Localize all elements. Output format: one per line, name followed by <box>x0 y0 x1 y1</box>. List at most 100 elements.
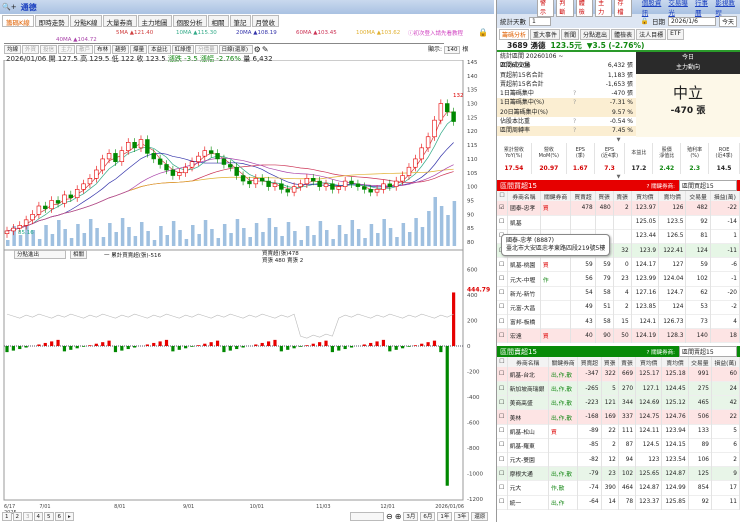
table-row[interactable]: ☐ 美林 出,作,散 -168 169 337 124.75 124.76 506 22 <box>497 409 740 425</box>
hint-link[interactable]: ⓘ初次登入請先看教程 <box>408 29 463 37</box>
date-range-input[interactable] <box>350 512 384 521</box>
pencil-icon[interactable]: ✎ <box>262 45 269 54</box>
range-button[interactable]: 還原 <box>471 512 489 521</box>
table-row[interactable]: ☐ 摩根大通 出,作,散 -79 23 102 125.65 124.87 125 9 <box>497 466 740 481</box>
row-checkbox[interactable]: ☐ <box>497 314 508 329</box>
toolbar-button[interactable]: 外資 <box>22 44 40 54</box>
zoom-in-icon[interactable]: ⊕ <box>395 512 402 521</box>
row-checkbox[interactable]: ☐ <box>497 300 508 315</box>
lock-icon[interactable]: 🔒 <box>478 28 488 37</box>
top-link[interactable]: 個股資訊 <box>642 0 667 17</box>
toolbar-button[interactable]: 投信 <box>40 44 58 54</box>
action-button[interactable]: 判斷 <box>556 0 574 17</box>
row-checkbox[interactable]: ☐ <box>497 215 508 230</box>
top-link[interactable]: 交易曝光 <box>668 0 693 17</box>
row-checkbox[interactable]: ☐ <box>497 480 508 496</box>
today-button[interactable]: 今天 <box>718 15 737 27</box>
row-checkbox[interactable]: ☐ <box>497 257 508 272</box>
toolbar-button[interactable]: 主力 <box>58 44 76 54</box>
table-row[interactable]: ☐ 美商高盛 出,作,散 -223 121 344 124.69 125.12 465 42 <box>497 395 740 410</box>
column-header[interactable]: 交易量 <box>688 357 712 368</box>
row-checkbox[interactable]: ☐ <box>497 367 508 382</box>
range-button[interactable]: 3月 <box>403 512 419 521</box>
page-button[interactable]: 3 <box>23 512 33 521</box>
row-checkbox[interactable]: ☐ <box>497 466 508 481</box>
right-tab[interactable]: 新聞 <box>561 29 580 40</box>
tab-5[interactable]: 個股分析 <box>172 15 207 27</box>
table-row[interactable]: ☐ 新光-新竹 54 58 4 127.16 124.7 62 -20 <box>497 286 740 301</box>
table-row[interactable]: ☐ 元大 作,散 -74 390 464 124.87 124.99 854 17 <box>497 480 740 496</box>
table-row[interactable]: ☐ 元富-大昌 49 51 2 123.85 124 53 -2 <box>497 300 740 315</box>
tab-7[interactable]: 筆記 <box>229 15 251 27</box>
toolbar-button[interactable]: 散戶 <box>76 44 94 54</box>
select-all-checkbox[interactable]: ☐ <box>497 191 508 201</box>
table-row[interactable]: ☐ 元大-中壢作 56 79 23 123.99 124.04 102 -1 <box>497 271 740 287</box>
toolbar-button[interactable]: 趨勢 <box>112 44 130 54</box>
key-select[interactable]: 區間買超15 <box>679 180 737 191</box>
action-button[interactable]: 警示 <box>537 0 555 17</box>
column-header[interactable]: 損益(萬) <box>711 357 740 368</box>
row-checkbox[interactable]: ☐ <box>497 452 508 467</box>
lower-select[interactable]: 分點進出 <box>14 250 66 259</box>
page-button[interactable]: 6 <box>54 512 64 521</box>
lower-button[interactable]: 相關 <box>70 250 88 259</box>
table-row[interactable]: ☐ 宏遠買 40 90 50 124.19 128.3 140 18 <box>497 328 740 343</box>
page-button[interactable]: 1 <box>2 512 12 521</box>
tab-2[interactable]: 分點K線 <box>69 15 102 27</box>
column-header[interactable]: 券商名稱 <box>507 357 549 368</box>
tab-4[interactable]: 主力地圖 <box>137 15 172 27</box>
table-row[interactable]: ☐ 凱基-桃園買 59 59 0 124.17 127 59 -6 <box>497 257 740 272</box>
column-header[interactable]: 買賣超 <box>577 357 602 368</box>
column-header[interactable]: 買張 <box>595 191 614 201</box>
right-tab[interactable]: 分點進出 <box>580 29 611 40</box>
top-link[interactable]: 行事曆 <box>695 0 713 17</box>
zoom-out-icon[interactable]: ⊖ <box>386 512 393 521</box>
page-button[interactable]: 5 <box>44 512 54 521</box>
show-count-input[interactable]: 140 <box>443 46 461 54</box>
table-row[interactable]: ☐ 凱基-羅東 -85 2 87 124.5 124.15 89 6 <box>497 438 740 453</box>
table-row[interactable]: ☐ 統一 出,作 -64 14 78 123.37 125.85 92 11 <box>497 495 740 510</box>
tab-0[interactable]: 籌碼K線 <box>2 15 34 27</box>
toolbar-button[interactable]: 分價量 <box>195 44 218 54</box>
row-checkbox[interactable]: ☐ <box>497 438 508 453</box>
column-header[interactable]: 賣均價 <box>661 357 689 368</box>
toolbar-button[interactable]: 紅綠燈 <box>171 44 195 54</box>
days-select[interactable]: 1 <box>529 16 551 26</box>
table-row[interactable]: ☐ 富邦-板橋 43 58 15 124.1 126.73 73 4 <box>497 314 740 329</box>
toolbar-button[interactable]: 布林 <box>94 44 112 54</box>
row-checkbox[interactable]: ☑ <box>497 201 508 216</box>
column-header[interactable]: 損益(萬) <box>710 191 740 201</box>
row-checkbox[interactable]: ☐ <box>497 286 508 301</box>
search-icon[interactable]: 🔍+ <box>2 3 17 11</box>
column-header[interactable]: 買均價 <box>631 191 660 201</box>
range-button[interactable]: 1年 <box>437 512 453 521</box>
row-checkbox[interactable]: ☐ <box>497 495 508 510</box>
row-checkbox[interactable]: ☐ <box>497 424 508 439</box>
right-tab[interactable]: ETF <box>667 29 685 40</box>
column-header[interactable]: 賣張 <box>613 191 632 201</box>
top-link[interactable]: 影視教程 <box>715 0 740 17</box>
toolbar-button[interactable]: 本益比 <box>148 44 171 54</box>
tab-3[interactable]: 大量券商 <box>102 15 137 27</box>
row-checkbox[interactable]: ☐ <box>497 409 508 425</box>
column-header[interactable]: 賣張 <box>618 357 637 368</box>
toolbar-button[interactable]: 爆量 <box>130 44 148 54</box>
key-select[interactable]: 區間賣超15 <box>679 346 737 358</box>
column-header[interactable]: 買賣超 <box>570 191 596 201</box>
row-checkbox[interactable]: ☐ <box>497 328 508 343</box>
row-checkbox[interactable]: ☐ <box>497 271 508 287</box>
right-tab[interactable]: 籌碼分析 <box>499 29 530 40</box>
row-checkbox[interactable]: ☐ <box>497 395 508 410</box>
date-input[interactable]: 2026/1/6 <box>667 16 716 26</box>
column-header[interactable]: 交易量 <box>685 191 711 201</box>
table-row[interactable]: ☐ 凱基-松山買 -89 22 111 124.11 123.94 133 5 <box>497 424 740 439</box>
column-header[interactable]: 賣均價 <box>658 191 687 201</box>
tab-1[interactable]: 即時走勢 <box>34 15 69 27</box>
range-button[interactable]: 6月 <box>420 512 436 521</box>
page-button[interactable]: 2 <box>12 512 22 521</box>
table-row[interactable]: ☐ 凱基-台北 出,作,散 -347 322 669 125.17 125.18 991 60 <box>497 367 740 382</box>
tab-6[interactable]: 相關 <box>207 15 229 27</box>
select-all-checkbox[interactable]: ☐ <box>497 357 508 368</box>
table-row[interactable]: ☐ 新加坡商瑞銀 出,作,散 -265 5 270 127.1 124.45 275 24 <box>497 381 740 396</box>
column-header[interactable]: 關鍵券商 <box>540 191 572 201</box>
